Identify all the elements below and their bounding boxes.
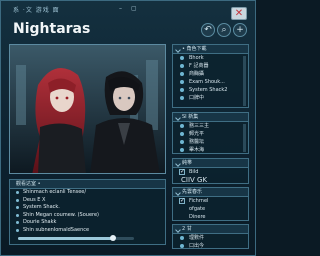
tools-panel-header[interactable]: 2 甘 (173, 225, 248, 234)
tools-panel: 2 甘 理數件 口出今 (172, 224, 249, 249)
list-item[interactable]: 口出今 (173, 242, 248, 250)
bullet-icon (16, 213, 19, 217)
bullet-icon (180, 236, 184, 240)
scrollbar[interactable] (243, 124, 246, 152)
title-bar: 系 ·文 游戏 面 – ▢ (1, 1, 257, 17)
list-item[interactable]: 口牌中 (173, 94, 248, 102)
music-panel: 先雲春乐 Fichrnel ofgate Dinere (172, 187, 249, 221)
list-item[interactable]: F 記商器 (173, 62, 248, 70)
bullet-icon (180, 140, 184, 144)
search-button[interactable]: ⌕ (217, 23, 231, 37)
list-item[interactable]: Dinere (173, 213, 248, 221)
bullet-icon (180, 96, 184, 100)
playlist-item[interactable]: Shin Megan coumew. (Souere) (10, 212, 165, 220)
playlist-item[interactable]: Dourie Shakk (10, 219, 165, 227)
search-icon: ⌕ (221, 25, 227, 35)
bullet-icon (180, 132, 184, 136)
progress-fill (18, 237, 114, 240)
characters-panel-header[interactable]: • 角色下載 (173, 45, 248, 54)
bullet-icon (180, 88, 184, 92)
minimize-button[interactable]: – (119, 5, 122, 12)
music-panel-header[interactable]: 先雲春乐 (173, 188, 248, 197)
list-item[interactable]: Fichrnel (173, 197, 248, 205)
bullet-icon (16, 221, 19, 224)
list-item[interactable]: System Shack2 (173, 86, 248, 94)
info-panel-header[interactable]: SI 新集 (173, 113, 248, 122)
list-item[interactable]: 務三三主 (173, 122, 248, 130)
list-item[interactable]: 畢木海 (173, 146, 248, 154)
add-button[interactable]: + (233, 23, 247, 37)
close-button[interactable]: ✕ (231, 7, 247, 20)
progress-knob[interactable] (110, 235, 117, 241)
bullet-icon (180, 124, 184, 128)
options-panel-header[interactable]: 純帯 (173, 159, 248, 168)
bullet-icon (180, 56, 184, 60)
hero-artwork[interactable] (9, 44, 166, 174)
list-item[interactable]: 務醫坛 (173, 138, 248, 146)
playlist-item[interactable]: Shin subnenlomaldSaence (10, 227, 165, 235)
bullet-icon (16, 198, 19, 202)
option-checkbox-row[interactable]: Bild (173, 168, 248, 176)
list-item[interactable]: 理數件 (173, 234, 248, 242)
list-item[interactable]: Exam Shouk... (173, 78, 248, 86)
bullet-icon (180, 64, 184, 68)
playlist-item[interactable]: System Shack. (10, 204, 165, 212)
bullet-icon (180, 244, 184, 248)
progress-slider[interactable] (18, 235, 134, 241)
bullet-icon (180, 148, 184, 152)
bullet-icon (16, 228, 19, 232)
playlist-panel: 觀看达室 • Shinmach eclanli Tensee/ Deus E X… (9, 179, 166, 245)
option-label-row[interactable]: CIIV GK (173, 176, 248, 184)
playlist-item[interactable]: Deus E X (10, 197, 165, 205)
characters-panel: • 角色下載 Bhork F 記商器 商酶攝 Exam Shouk... Sys… (172, 44, 249, 108)
restore-button[interactable]: ▢ (131, 5, 137, 12)
list-item[interactable]: 郵光平 (173, 130, 248, 138)
info-panel: SI 新集 務三三主 郵光平 務醫坛 畢木海 (172, 112, 249, 154)
bullet-icon (16, 191, 19, 194)
checkbox-checked[interactable] (179, 168, 185, 176)
checkbox-checked[interactable] (179, 197, 185, 205)
list-item[interactable]: 商酶攝 (173, 70, 248, 78)
app-window: 系 ·文 游戏 面 – ▢ ✕ Nightaras ↶ ⌕ + • 角色下載 B… (0, 0, 256, 256)
back-arrow-icon: ↶ (204, 25, 212, 35)
playlist-item[interactable]: Shinmach eclanli Tensee/ (10, 189, 165, 197)
list-item[interactable]: Bhork (173, 54, 248, 62)
title-bar-text: 系 ·文 游戏 面 (13, 7, 60, 14)
plus-icon: + (236, 25, 244, 35)
bullet-icon (180, 72, 184, 76)
options-panel: 純帯 Bild CIIV GK (172, 158, 249, 184)
playlist-header[interactable]: 觀看达室 • (10, 180, 165, 189)
app-title: Nightaras (13, 21, 91, 37)
back-button[interactable]: ↶ (201, 23, 215, 37)
list-item[interactable]: ofgate (173, 205, 248, 213)
character-illustration (10, 45, 165, 173)
bullet-icon (16, 206, 19, 209)
bullet-icon (180, 80, 184, 84)
scrollbar[interactable] (243, 56, 246, 106)
